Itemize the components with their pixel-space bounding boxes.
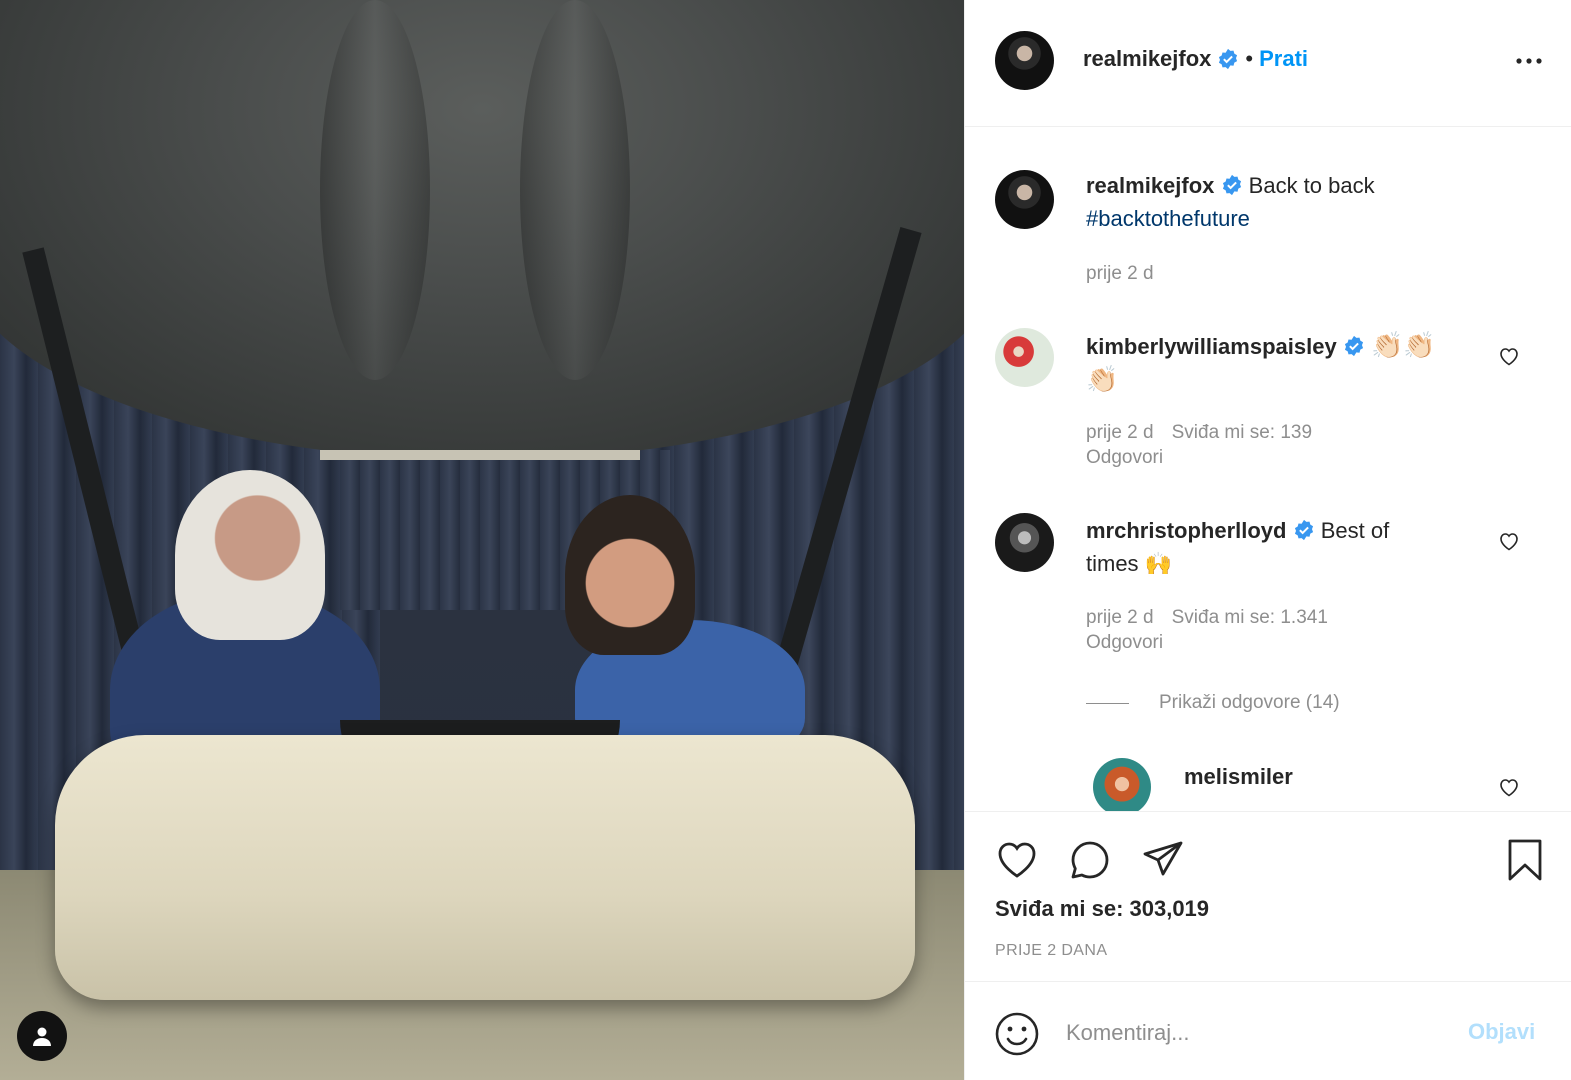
photo-cart-roof: [0, 0, 964, 460]
caption-text: Back to back: [1248, 173, 1375, 198]
comment-text: 👏🏻👏🏻: [1370, 330, 1436, 360]
comment-likes[interactable]: Sviđa mi se: 1.341: [1172, 607, 1328, 628]
post-photo[interactable]: [0, 0, 964, 1080]
bookmark-icon[interactable]: [1501, 836, 1549, 884]
like-count[interactable]: Sviđa mi se: 303,019: [995, 896, 1209, 922]
follow-button[interactable]: Prati: [1259, 46, 1308, 72]
verified-badge-icon: [1222, 174, 1241, 196]
reply-button[interactable]: Odgovori: [1086, 447, 1163, 469]
more-options-icon[interactable]: [1513, 50, 1545, 72]
comment-like-heart-icon[interactable]: [1497, 529, 1521, 553]
commenter-avatar[interactable]: [995, 513, 1054, 572]
comments-list[interactable]: realmikejfox Back to back #backtothefutu…: [965, 127, 1571, 811]
view-replies-label: Prikaži odgovore (14): [1159, 692, 1340, 713]
share-icon[interactable]: [1139, 836, 1187, 884]
caption-hashtag[interactable]: #backtothefuture: [1086, 206, 1250, 231]
comment-time: prije 2 d: [1086, 422, 1154, 443]
reply-like-heart-icon[interactable]: [1497, 775, 1521, 799]
comment-input[interactable]: [1066, 1013, 1446, 1053]
caption-username[interactable]: realmikejfox: [1086, 173, 1214, 198]
verified-badge-icon: [1344, 335, 1363, 357]
view-replies-button[interactable]: Prikaži odgovore (14): [1086, 692, 1340, 714]
comment-time: prije 2 d: [1086, 607, 1154, 628]
comment-username[interactable]: mrchristopherlloyd: [1086, 518, 1286, 543]
photo-seat-back: [55, 735, 915, 1000]
author-avatar[interactable]: [995, 31, 1054, 90]
post-header: realmikejfox • Prati: [965, 0, 1571, 127]
emoji-icon[interactable]: [993, 1010, 1041, 1058]
reply-button[interactable]: Odgovori: [1086, 632, 1163, 654]
person-tag-icon[interactable]: [17, 1011, 67, 1061]
comment-text-cont: times 🙌: [1086, 551, 1173, 576]
caption-avatar[interactable]: [995, 170, 1054, 229]
reply-username-row: melismiler: [1184, 764, 1293, 790]
comment-meta: prije 2 d Sviđa mi se: 1.341: [1086, 605, 1346, 631]
verified-badge-icon: [1219, 48, 1238, 70]
verified-badge-icon: [1294, 519, 1313, 541]
post-timestamp: PRIJE 2 DANA: [995, 942, 1108, 959]
comment-icon[interactable]: [1066, 836, 1114, 884]
header-separator: •: [1245, 46, 1254, 71]
caption-time: prije 2 d: [1086, 263, 1154, 284]
photo-person-left-head: [175, 470, 325, 640]
comment-likes[interactable]: Sviđa mi se: 139: [1172, 422, 1312, 443]
post-side-panel: realmikejfox • Prati realmikejfox Back t…: [964, 0, 1571, 1080]
post-comment-button[interactable]: Objavi: [1468, 1019, 1535, 1045]
caption-text-block: realmikejfox Back to back #backtothefutu…: [1086, 169, 1476, 235]
post-actions: Sviđa mi se: 303,019 PRIJE 2 DANA: [965, 811, 1571, 982]
comment-text-cont: 👏🏻: [1086, 364, 1119, 394]
author-username[interactable]: realmikejfox: [1083, 46, 1211, 72]
comment-text: Best of: [1320, 518, 1390, 543]
comment-like-heart-icon[interactable]: [1497, 344, 1521, 368]
add-comment-bar: Objavi: [965, 983, 1571, 1080]
reply-avatar[interactable]: [1093, 758, 1151, 811]
reply-username[interactable]: melismiler: [1184, 764, 1293, 789]
photo-person-right-head: [565, 495, 695, 655]
comment-text-block: kimberlywilliamspaisley 👏🏻👏🏻 👏🏻: [1086, 329, 1476, 397]
author-row: realmikejfox • Prati: [1083, 46, 1308, 72]
commenter-avatar[interactable]: [995, 328, 1054, 387]
comment-meta: prije 2 d Sviđa mi se: 139: [1086, 420, 1330, 446]
comment-text-block: mrchristopherlloyd Best of times 🙌: [1086, 514, 1476, 580]
comment-username[interactable]: kimberlywilliamspaisley: [1086, 334, 1337, 359]
view-replies-line: [1086, 702, 1129, 704]
heart-icon[interactable]: [993, 836, 1041, 884]
